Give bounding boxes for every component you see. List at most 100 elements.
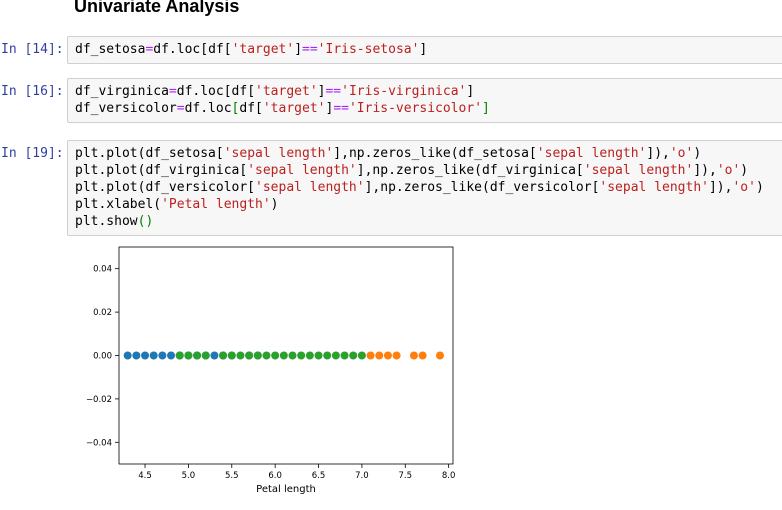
- code-token: plt.plot(df_virginica[: [75, 163, 248, 178]
- code-token: ],np.zeros_like(df_setosa[: [333, 146, 537, 161]
- code-token: ==: [302, 42, 318, 57]
- data-point: [123, 351, 132, 360]
- code-token: 'sepal length': [599, 180, 709, 195]
- code-token: =: [168, 84, 177, 99]
- code-token: ]),: [708, 180, 733, 195]
- x-tick-label: 5.5: [225, 471, 239, 481]
- code-token: ): [270, 197, 279, 212]
- x-axis-label: Petal length: [256, 484, 316, 495]
- code-token: ]: [466, 84, 475, 99]
- code-token: 'o': [669, 146, 694, 161]
- data-point: [158, 351, 167, 360]
- y-tick-label: 0.00: [93, 352, 112, 362]
- code-token: 'sepal length': [223, 146, 334, 161]
- code-token: df_setosa: [75, 42, 146, 57]
- data-point: [210, 351, 219, 360]
- data-point: [305, 351, 314, 360]
- data-point: [323, 351, 332, 360]
- code-token: ]: [294, 42, 303, 57]
- code-token: 'sepal length': [583, 163, 694, 178]
- data-point: [236, 351, 245, 360]
- code-token: df.loc: [184, 101, 232, 116]
- code-cell-14[interactable]: df_setosa=df.loc[df['target']=='Iris-set…: [67, 36, 782, 64]
- code-token: 'sepal length': [536, 146, 647, 161]
- code-token: ==: [333, 101, 349, 116]
- code-token: 'o': [732, 180, 756, 195]
- code-token: 'Iris-versicolor': [348, 101, 483, 116]
- code-token: plt.show: [75, 214, 138, 229]
- code-line: df_virginica=df.loc[df['target'] =='Iris-…: [75, 83, 782, 100]
- code-line: df_setosa=df.loc[df['target']=='Iris-set…: [75, 41, 782, 58]
- code-token: df.loc[df[: [153, 42, 232, 57]
- code-token: ==: [325, 84, 342, 99]
- y-tick-label: −0.04: [86, 438, 112, 448]
- code-token: df_virginica: [75, 84, 169, 99]
- data-point: [366, 351, 375, 360]
- code-line: plt.xlabel('Petal length'): [75, 196, 782, 213]
- scatter-plot: 4.5 5.0 5.5 6.0 6.5 7.0 7.5 8.0 0.04 0.02 0.00 −0.0…: [86, 246, 456, 495]
- data-point: [357, 351, 366, 360]
- data-point: [340, 351, 349, 360]
- code-token: plt.xlabel(: [75, 197, 162, 212]
- y-tick-label: 0.02: [93, 308, 112, 318]
- data-point: [331, 351, 340, 360]
- data-point: [149, 351, 158, 360]
- code-cell-16[interactable]: df_virginica=df.loc[df['target']=='Iris-…: [67, 78, 782, 123]
- code-token: df.loc[df[: [176, 84, 256, 99]
- code-line: plt.plot(df_virginica['sepal length'],np…: [75, 162, 782, 179]
- data-point: [227, 351, 236, 360]
- code-token: ): [693, 146, 702, 161]
- data-point: [167, 351, 176, 360]
- data-point: [193, 351, 202, 360]
- code-token: df[: [239, 101, 263, 116]
- data-point: [141, 351, 150, 360]
- data-point: [297, 351, 306, 360]
- code-token: ],np.zeros_like(df_virginica[: [356, 163, 584, 178]
- code-token: 'target': [231, 42, 295, 57]
- code-token: plt.plot(df_versicolor[: [75, 180, 256, 195]
- data-point: [288, 351, 297, 360]
- cell-prompt-14: In [14]:: [1, 42, 64, 57]
- data-point: [262, 351, 271, 360]
- x-tick-label: 7.5: [399, 471, 413, 481]
- data-point: [418, 351, 427, 360]
- x-tick-label: 7.0: [355, 471, 369, 481]
- code-token: ): [740, 163, 749, 178]
- cell-prompt-19: In [19]:: [1, 146, 64, 161]
- code-token: 'target': [255, 84, 318, 99]
- plot-output: 4.5 5.0 5.5 6.0 6.5 7.0 7.5 8.0 0.04 0.02 0.00 −0.0…: [74, 240, 494, 505]
- code-token: 'sepal length': [247, 163, 357, 178]
- code-token: ]),: [646, 146, 670, 161]
- data-point: [175, 351, 184, 360]
- code-line: df_versicolor=df.loc[df['target']=='Iris…: [75, 100, 782, 117]
- code-token: ): [755, 180, 764, 195]
- y-tick-label: 0.04: [93, 265, 112, 275]
- data-point: [435, 351, 444, 360]
- x-tick-label: 8.0: [442, 471, 456, 481]
- code-token: 'Iris-virginica': [341, 84, 467, 99]
- y-tick-label: −0.02: [86, 395, 112, 405]
- code-token: plt.plot(df_setosa[: [75, 146, 224, 161]
- code-token: (): [137, 214, 154, 229]
- code-token: 'Iris-setosa': [317, 42, 420, 57]
- data-point: [245, 351, 254, 360]
- data-point: [314, 351, 323, 360]
- data-point: [383, 351, 392, 360]
- x-tick-label: 4.5: [138, 471, 152, 481]
- code-token: ]),: [693, 163, 717, 178]
- data-point: [201, 351, 210, 360]
- code-token: 'target': [262, 101, 326, 116]
- x-tick-label: 5.0: [182, 471, 196, 481]
- data-point: [375, 351, 384, 360]
- cell-prompt-16: In [16]:: [1, 84, 64, 99]
- code-token: 'Petal length': [161, 197, 271, 212]
- x-tick-label: 6.5: [312, 471, 326, 481]
- data-point: [253, 351, 262, 360]
- data-point: [409, 351, 418, 360]
- code-cell-19[interactable]: plt.plot(df_setosa['sepal length'],np.ze…: [67, 140, 782, 236]
- data-point: [392, 351, 401, 360]
- code-line: plt.show(): [75, 213, 782, 230]
- code-token: 'sepal length': [255, 180, 365, 195]
- section-heading: Univariate Analysis: [74, 0, 240, 16]
- data-point: [132, 351, 141, 360]
